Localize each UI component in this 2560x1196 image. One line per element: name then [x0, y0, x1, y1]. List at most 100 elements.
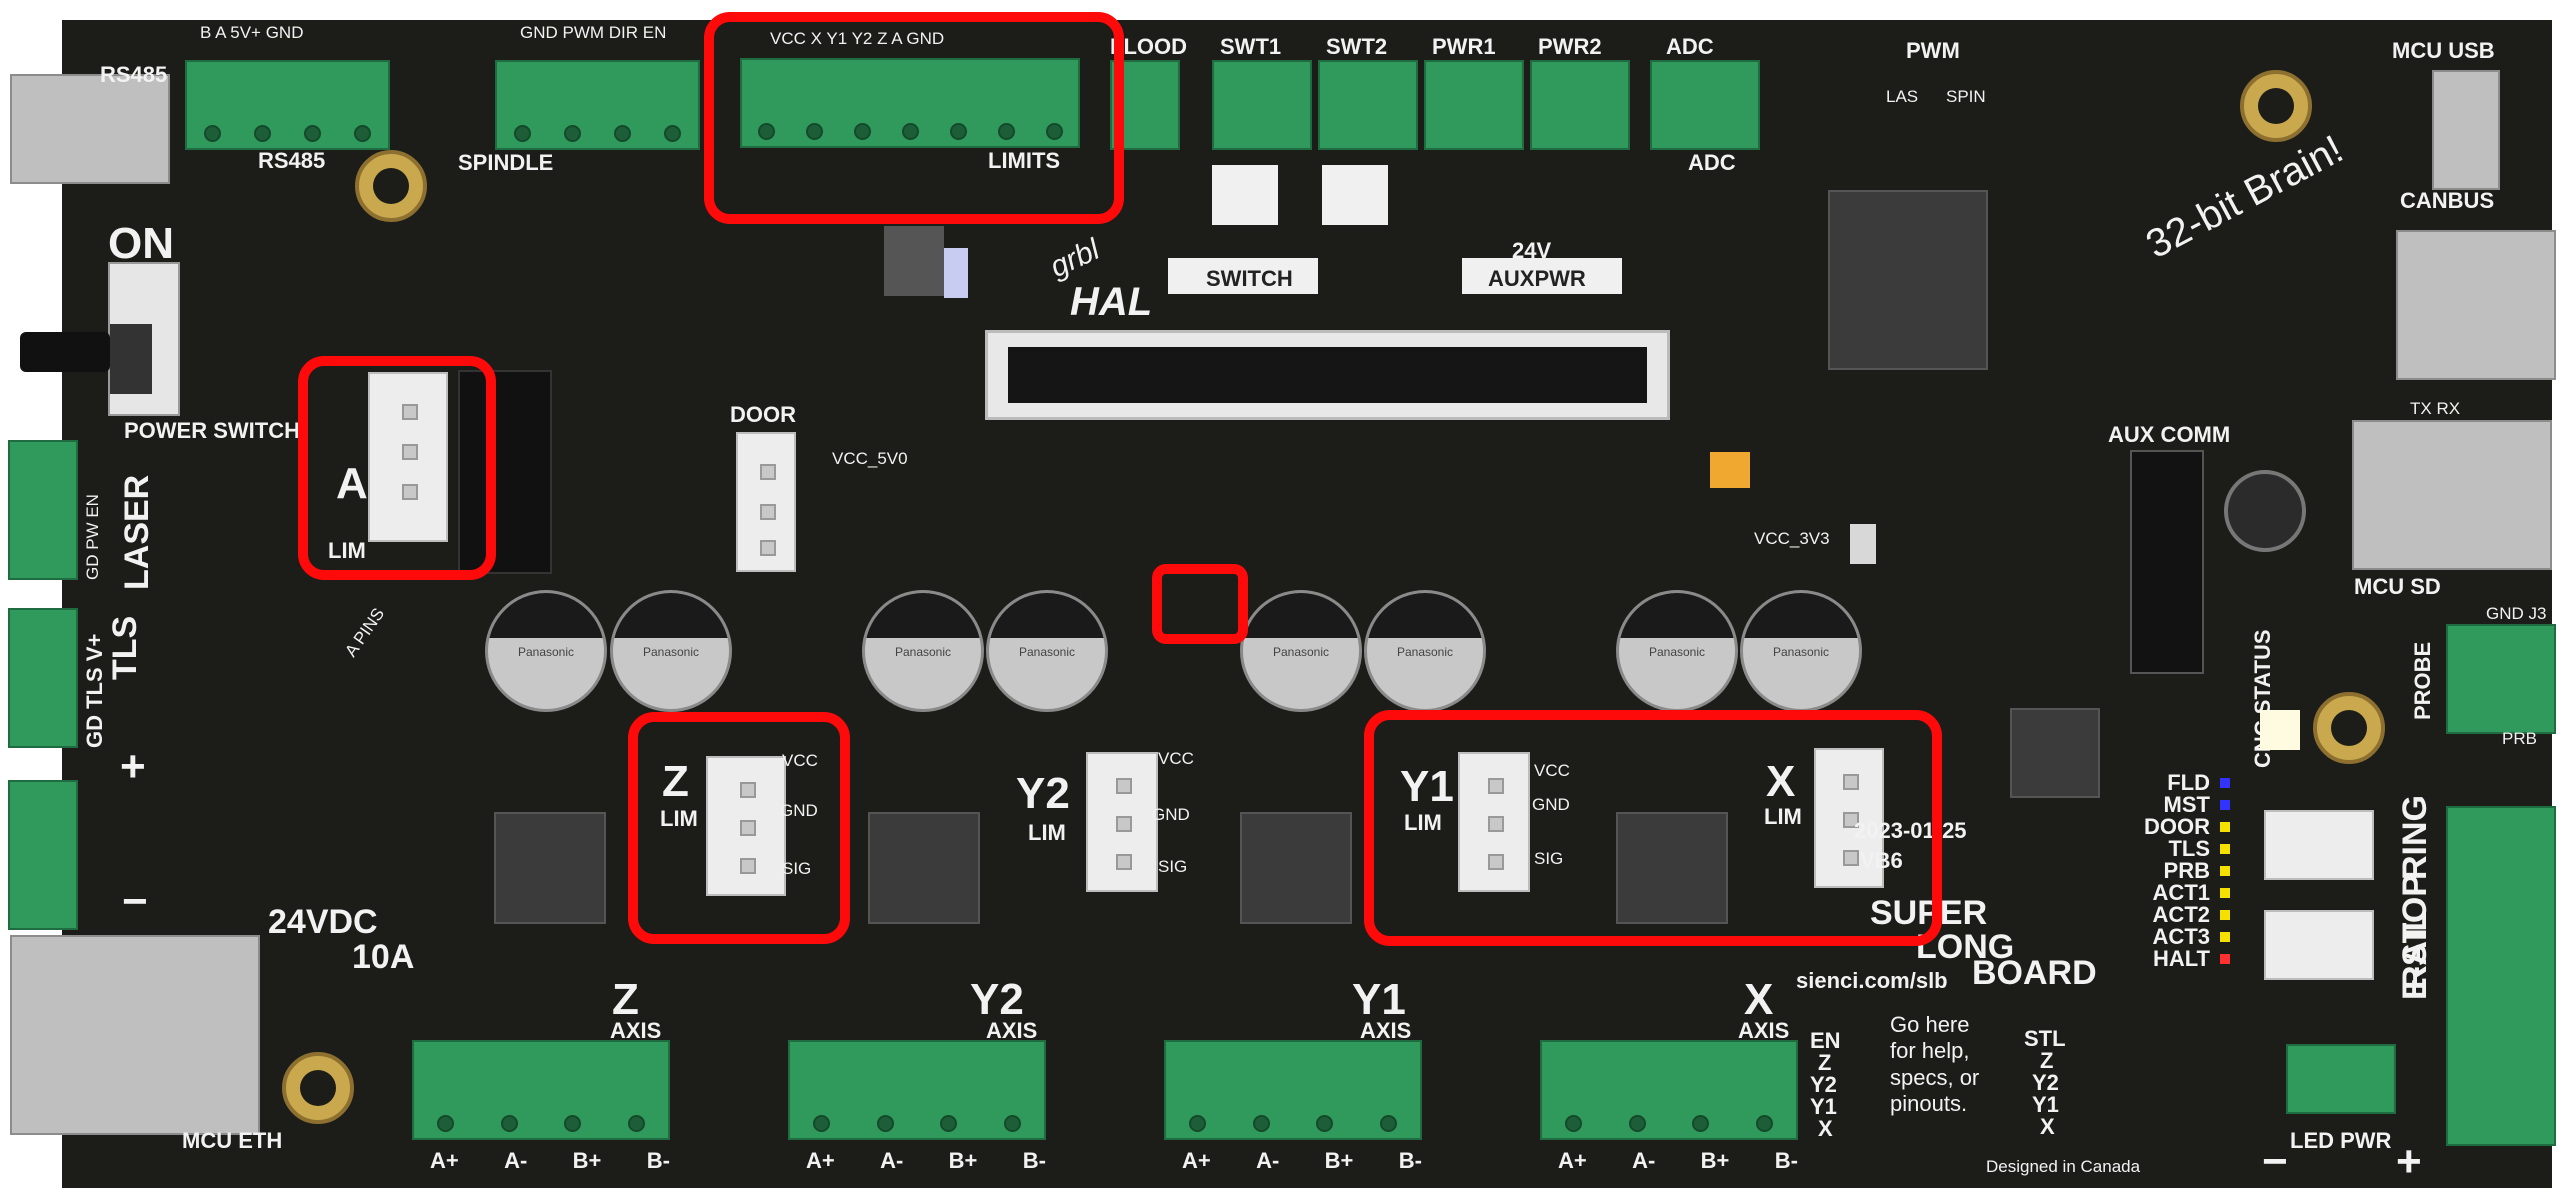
pin-label: B+: [948, 1148, 978, 1173]
ribbon-header: [985, 330, 1670, 420]
vcc-3v3-label: VCC_3V3: [1754, 529, 1830, 548]
brand-hal: HAL: [1070, 280, 1153, 324]
led-pwr-terminal: [2286, 1044, 2396, 1114]
sd-card-slot: [2352, 420, 2552, 570]
pin-label: A+: [1182, 1148, 1211, 1173]
y2-vcc: VCC: [1158, 749, 1194, 768]
small-regulator: [884, 226, 944, 296]
legend-b-2: Y2: [1810, 1072, 1837, 1097]
legend-b: EN Z Y2 Y1 X: [1810, 1030, 1870, 1140]
capacitor-1: Panasonic: [485, 590, 607, 712]
rs485-pins-label: B A 5V+ GND: [200, 23, 304, 42]
pin-label: B-: [1022, 1148, 1046, 1173]
led-pwr-label: LED PWR: [2290, 1128, 2392, 1153]
small-crystal: [944, 248, 968, 298]
pwr1-terminal: [1424, 60, 1524, 150]
on-label: ON: [108, 219, 174, 268]
capacitor-8: Panasonic: [1740, 590, 1862, 712]
rs485-top-label: RS485: [100, 62, 168, 87]
pin-label: A-: [880, 1148, 904, 1173]
x-axis-sub: AXIS: [1738, 1018, 1790, 1043]
prb-label: PRB: [2502, 729, 2537, 748]
url-label: sienci.com/slb: [1796, 968, 1948, 993]
pin-label: B-: [1774, 1148, 1798, 1173]
capacitor-4: Panasonic: [986, 590, 1108, 712]
legend-a-2: Y2: [2032, 1070, 2059, 1095]
status-chip: [2010, 708, 2100, 798]
gnd-j3-label: GND J3: [2486, 604, 2547, 623]
status-light: [2260, 710, 2300, 750]
power-terminal: [8, 780, 78, 930]
plus-sign: +: [120, 742, 146, 791]
txrx-label: TX RX: [2410, 399, 2461, 418]
tls-pins-label: GD TLS V+: [82, 633, 107, 748]
adc-bottom-label: ADC: [1688, 150, 1736, 175]
switch-lever: [20, 332, 110, 372]
legend-b-4: X: [1818, 1116, 1833, 1141]
pin-label: B+: [1700, 1148, 1730, 1173]
door-label: DOOR: [730, 402, 796, 427]
probe-label: PROBE: [2410, 641, 2435, 720]
legend-a: STL Z Y2 Y1 X: [2024, 1028, 2084, 1148]
switch-label: SWITCH: [1206, 266, 1293, 291]
status-led-list: FLD MST DOOR TLS PRB ACT1 ACT2 ACT3 HALT: [2130, 772, 2250, 972]
legend-b-0: EN: [1810, 1028, 1841, 1053]
rs485-terminal: [185, 60, 390, 150]
mcu-usb-label: MCU USB: [2392, 38, 2495, 63]
legend-a-0: STL: [2024, 1026, 2066, 1051]
plus-sign-2: +: [2396, 1137, 2422, 1186]
rs485-label: RS485: [258, 148, 326, 173]
legend-b-3: Y1: [1810, 1094, 1837, 1119]
pin-label: B+: [572, 1148, 602, 1173]
tls-terminal: [8, 608, 78, 748]
vdc-label: 24VDC: [268, 903, 378, 941]
spindle-pins-label: GND PWM DIR EN: [520, 23, 667, 42]
tantalum-cap: [1710, 452, 1750, 488]
vcc-5v0-label: VCC_5V0: [832, 449, 908, 468]
y2-axis-sub: AXIS: [986, 1018, 1038, 1043]
y2-lim-connector: [1086, 752, 1158, 892]
y2-lim-label: LIM: [1028, 820, 1066, 845]
pin-label: B-: [1398, 1148, 1422, 1173]
legend-b-1: Z: [1818, 1050, 1832, 1075]
capacitor-2: Panasonic: [610, 590, 732, 712]
pin-label: B+: [1324, 1148, 1354, 1173]
driver-chip-z: [494, 812, 606, 924]
swt1-label: SWT1: [1220, 34, 1282, 59]
laser-pins-label: GD PW EN: [83, 494, 102, 580]
y1-axis-sub: AXIS: [1360, 1018, 1412, 1043]
swt1-terminal: [1212, 60, 1312, 150]
aux-comm-label: AUX COMM: [2108, 422, 2231, 447]
x-motor-terminal: [1540, 1040, 1798, 1140]
las-label: LAS: [1886, 87, 1919, 106]
estop-terminal: [2446, 806, 2556, 1146]
pin-label: A-: [1256, 1148, 1280, 1173]
status-act3: ACT3: [2152, 924, 2210, 949]
highlight-limits: [704, 12, 1124, 224]
ring-label: RING: [2396, 795, 2434, 880]
auxpwr-label: AUXPWR: [1488, 266, 1586, 291]
status-prb: PRB: [2163, 858, 2210, 883]
pin-label: A+: [1558, 1148, 1587, 1173]
status-fld: FLD: [2167, 770, 2210, 795]
x-axis-bottom: X: [1744, 975, 1774, 1024]
probe-terminal: [2446, 624, 2556, 734]
mcu-chip: [1828, 190, 1988, 370]
z-motor-terminal: [412, 1040, 670, 1140]
pwr2-label: PWR2: [1538, 34, 1602, 59]
board-screenshot: RS485 MCU ETH GD PW EN LASER GD TLS V+ T…: [0, 0, 2560, 1196]
adc-label: ADC: [1666, 34, 1714, 59]
spin-label: SPIN: [1946, 87, 1986, 106]
pwm-label: PWM: [1906, 38, 1960, 63]
highlight-resistor: [1152, 564, 1248, 644]
mounting-hole-1: [355, 150, 427, 222]
ring-connector: [2264, 810, 2374, 880]
laser-label: LASER: [118, 474, 156, 590]
model-board: BOARD: [1972, 954, 2097, 992]
relay-1: [1212, 165, 1278, 225]
swt2-terminal: [1318, 60, 1418, 150]
power-switch[interactable]: [108, 262, 180, 416]
footer-label: Designed in Canada: [1986, 1157, 2141, 1176]
pin-label: A-: [504, 1148, 528, 1173]
y1-axis-bottom: Y1: [1352, 975, 1406, 1024]
